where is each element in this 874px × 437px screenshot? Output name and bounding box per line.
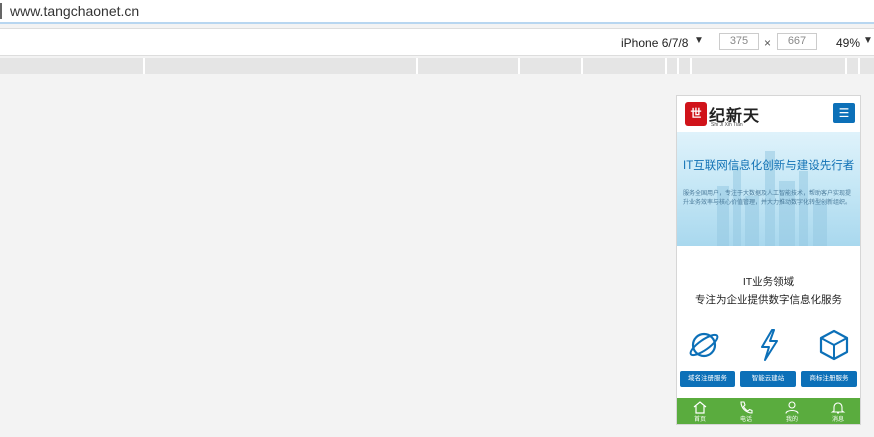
- media-query-ruler[interactable]: [0, 58, 874, 74]
- bottom-tab-bar: 首页 电话 我的 消息: [677, 398, 860, 424]
- ruler-divider: [581, 58, 583, 74]
- skyline-graphic: [799, 171, 808, 246]
- ruler-divider: [858, 58, 860, 74]
- address-bar[interactable]: www.tangchaonet.cn: [0, 0, 874, 24]
- ruler-divider: [690, 58, 692, 74]
- ruler-divider: [845, 58, 847, 74]
- cloud-site-button[interactable]: 智能云建站: [740, 371, 796, 387]
- width-input[interactable]: 375: [719, 33, 759, 50]
- banner-description: 服务全国用户，专注于大数据及人工智能技术，帮助客户实现提升业务效率与核心价值管理…: [683, 191, 852, 206]
- bell-icon: [830, 402, 846, 414]
- phone-icon: [740, 401, 753, 414]
- zoom-select[interactable]: 49%: [836, 36, 860, 50]
- tab-profile[interactable]: 我的: [777, 398, 807, 424]
- logo-subtitle: Shi Ji Xin Tian: [711, 122, 743, 128]
- ruler-divider: [518, 58, 520, 74]
- section-subtitle: 专注为企业提供数字信息化服务: [695, 294, 842, 306]
- zoom-dropdown-icon[interactable]: ▼: [863, 35, 873, 46]
- device-dropdown-icon[interactable]: ▼: [694, 35, 704, 46]
- device-viewport[interactable]: 世 纪新天 Shi Ji Xin Tian ☰ IT互联网信息化创新与建设先行者…: [676, 95, 861, 425]
- tab-messages[interactable]: 消息: [823, 398, 853, 424]
- ruler-divider: [416, 58, 418, 74]
- tab-label: 我的: [785, 417, 798, 423]
- lightning-icon[interactable]: [752, 328, 786, 362]
- logo-emblem-icon[interactable]: 世: [685, 102, 707, 126]
- tab-phone[interactable]: 电话: [731, 398, 761, 424]
- ruler-divider: [143, 58, 145, 74]
- cube-icon[interactable]: [817, 328, 851, 362]
- url-text[interactable]: www.tangchaonet.cn: [10, 3, 139, 19]
- height-input[interactable]: 667: [777, 33, 817, 50]
- ruler-divider: [677, 58, 679, 74]
- ruler-divider: [665, 58, 667, 74]
- banner-title: IT互联网信息化创新与建设先行者: [683, 160, 855, 172]
- domain-service-button[interactable]: 域名注册服务: [680, 371, 735, 387]
- dimension-separator: ×: [764, 36, 772, 50]
- text-caret: [0, 3, 2, 19]
- user-icon: [785, 401, 799, 414]
- tab-label: 消息: [831, 417, 844, 423]
- tab-label: 电话: [739, 417, 752, 423]
- planet-icon[interactable]: [687, 328, 721, 362]
- site-header: 世 纪新天 Shi Ji Xin Tian ☰: [677, 96, 860, 132]
- section-title: IT业务领域: [742, 276, 795, 288]
- tab-label: 首页: [693, 417, 706, 423]
- tab-home[interactable]: 首页: [685, 398, 715, 424]
- menu-button[interactable]: ☰: [833, 103, 855, 123]
- hamburger-icon: ☰: [838, 106, 850, 120]
- trademark-service-button[interactable]: 商标注册服务: [801, 371, 857, 387]
- home-icon: [693, 401, 707, 414]
- hero-banner: IT互联网信息化创新与建设先行者 服务全国用户，专注于大数据及人工智能技术，帮助…: [677, 132, 860, 246]
- device-select[interactable]: iPhone 6/7/8: [621, 36, 688, 50]
- device-toolbar: iPhone 6/7/8 ▼ 375 × 667 49% ▼: [0, 28, 874, 56]
